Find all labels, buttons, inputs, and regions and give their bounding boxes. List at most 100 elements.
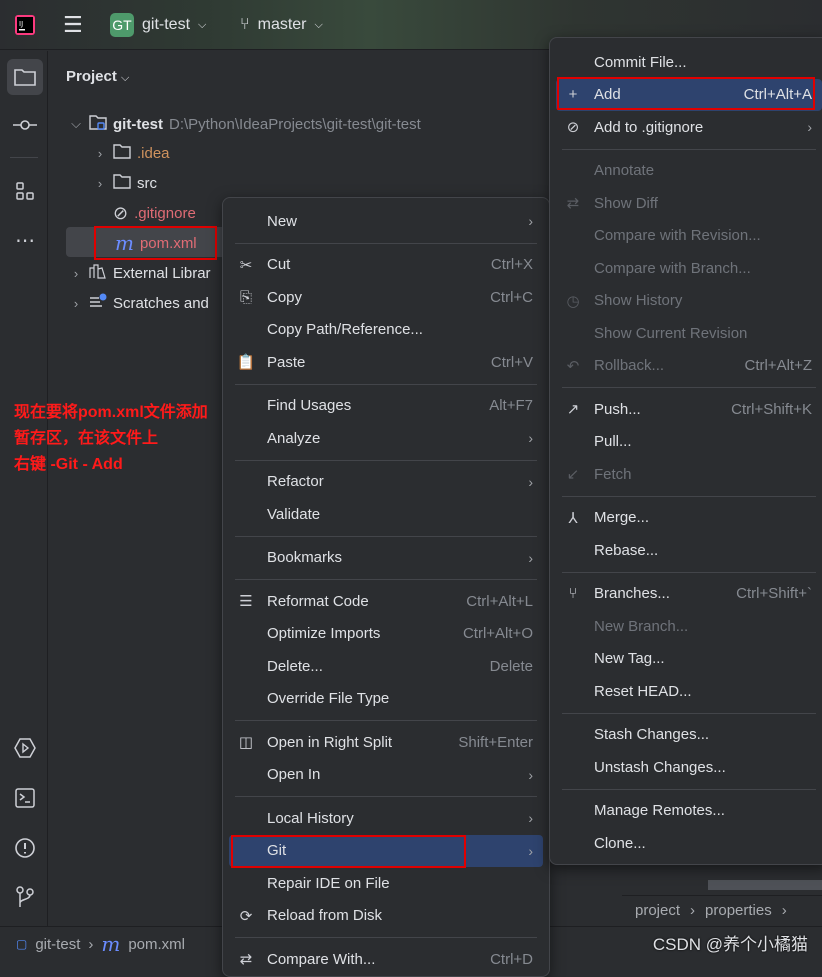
menu-item-clone[interactable]: Clone... <box>556 827 822 860</box>
menu-separator <box>562 567 816 578</box>
tree-item-gitignore[interactable]: ⊘ .gitignore <box>113 198 196 228</box>
menu-item-repair-ide-on-file[interactable]: Repair IDE on File <box>229 867 543 900</box>
menu-item-manage-remotes[interactable]: Manage Remotes... <box>556 795 822 828</box>
menu-item-delete[interactable]: Delete... Delete <box>229 650 543 683</box>
status-breadcrumb-project[interactable]: git-test <box>35 936 80 953</box>
menu-item-fetch[interactable]: ↙ Fetch <box>556 458 822 491</box>
folder-icon <box>113 143 131 163</box>
branch-selector[interactable]: ⑂ master ⌵ <box>240 0 323 50</box>
menu-item-branches[interactable]: ⑂ Branches... Ctrl+Shift+` <box>556 578 822 611</box>
menu-item-annotate[interactable]: Annotate <box>556 155 822 188</box>
menu-item-stash-changes[interactable]: Stash Changes... <box>556 719 822 752</box>
menu-item-find-usages[interactable]: Find Usages Alt+F7 <box>229 390 543 423</box>
structure-tool-button[interactable] <box>7 173 43 209</box>
menu-item-pull[interactable]: Pull... <box>556 426 822 459</box>
scrollbar[interactable] <box>708 880 822 890</box>
menu-item-unstash-changes[interactable]: Unstash Changes... <box>556 751 822 784</box>
menu-item-push[interactable]: ↗ Push... Ctrl+Shift+K <box>556 393 822 426</box>
tree-item-external-libraries[interactable]: › External Librar <box>69 258 211 288</box>
menu-item-new-branch[interactable]: New Branch... <box>556 610 822 643</box>
copy-icon: ⎘ <box>239 288 252 306</box>
menu-item-validate[interactable]: Validate <box>229 498 543 531</box>
menu-item-label: Validate <box>267 505 321 523</box>
breadcrumb-item[interactable]: project <box>635 902 680 919</box>
menu-item-rebase[interactable]: Rebase... <box>556 534 822 567</box>
tree-item-scratches[interactable]: › Scratches and <box>69 288 209 318</box>
run-tool-button[interactable] <box>7 730 43 766</box>
menu-item-bookmarks[interactable]: Bookmarks › <box>229 542 543 575</box>
main-menu-icon[interactable]: ☰ <box>63 0 83 50</box>
menu-item-local-history[interactable]: Local History › <box>229 802 543 835</box>
chevron-right-icon[interactable]: › <box>69 296 83 311</box>
menu-item-reformat-code[interactable]: ☰ Reformat Code Ctrl+Alt+L <box>229 585 543 618</box>
menu-item-add-to-gitignore[interactable]: ⊘ Add to .gitignore › <box>556 111 822 144</box>
menu-item-new-tag[interactable]: New Tag... <box>556 643 822 676</box>
menu-item-copy[interactable]: ⎘ Copy Ctrl+C <box>229 281 543 314</box>
chevron-down-icon[interactable]: ⌵ <box>69 116 83 132</box>
menu-item-refactor[interactable]: Refactor › <box>229 466 543 499</box>
reformat-icon: ☰ <box>239 593 253 611</box>
menu-item-label: Reset HEAD... <box>594 682 692 700</box>
menu-item-cut[interactable]: ✂ Cut Ctrl+X <box>229 249 543 282</box>
menu-item-open-in[interactable]: Open In › <box>229 759 543 792</box>
menu-item-paste[interactable]: 📋 Paste Ctrl+V <box>229 346 543 379</box>
menu-item-copy-path-reference[interactable]: Copy Path/Reference... <box>229 314 543 347</box>
context-menu: New › ✂ Cut Ctrl+X ⎘ Copy Ctrl+C Copy Path/Refer… <box>222 197 550 977</box>
chevron-right-icon: › <box>528 549 533 566</box>
menu-item-label: Rollback... <box>594 357 665 375</box>
menu-item-label: Analyze <box>267 429 321 447</box>
breadcrumb-item[interactable]: properties <box>705 902 772 919</box>
problems-tool-button[interactable] <box>7 830 43 866</box>
menu-item-rollback[interactable]: ↶ Rollback... Ctrl+Alt+Z <box>556 350 822 383</box>
menu-item-label: Compare with Revision... <box>594 227 761 245</box>
menu-item-label: Unstash Changes... <box>594 758 726 776</box>
git-tool-button[interactable] <box>7 879 43 915</box>
menu-item-analyze[interactable]: Analyze › <box>229 422 543 455</box>
menu-item-label: Open in Right Split <box>267 733 393 751</box>
history-icon: ◷ <box>566 292 580 310</box>
menu-item-optimize-imports[interactable]: Optimize Imports Ctrl+Alt+O <box>229 618 543 651</box>
menu-item-add[interactable]: + Add Ctrl+Alt+A <box>556 78 822 111</box>
project-selector[interactable]: GT git-test ⌵ <box>110 0 206 50</box>
menu-item-git[interactable]: Git › <box>229 834 543 867</box>
menu-item-override-file-type[interactable]: Override File Type <box>229 683 543 716</box>
more-tools-icon[interactable]: ⋯ <box>7 222 43 258</box>
menu-separator <box>562 491 816 502</box>
menu-item-compare-with[interactable]: ⇄ Compare With... Ctrl+D <box>229 943 543 976</box>
menu-item-reset-head[interactable]: Reset HEAD... <box>556 675 822 708</box>
menu-item-new[interactable]: New › <box>229 205 543 238</box>
menu-item-show-diff[interactable]: ⇄ Show Diff <box>556 187 822 220</box>
menu-item-reload-from-disk[interactable]: ⟳ Reload from Disk <box>229 900 543 933</box>
menu-item-shortcut: Ctrl+Alt+A <box>743 86 812 104</box>
tree-item-pom-xml[interactable]: m pom.xml <box>115 228 197 258</box>
chevron-down-icon: ⌵ <box>314 18 323 31</box>
diff-icon: ⇄ <box>566 195 580 213</box>
chevron-right-icon[interactable]: › <box>69 266 83 281</box>
tree-label: .idea <box>137 144 170 162</box>
menu-item-show-current-revision[interactable]: Show Current Revision <box>556 317 822 350</box>
menu-item-shortcut: Ctrl+Shift+` <box>736 585 812 603</box>
library-icon <box>89 263 107 283</box>
menu-item-open-in-right-split[interactable]: ◫ Open in Right Split Shift+Enter <box>229 726 543 759</box>
menu-item-merge[interactable]: ⅄ Merge... <box>556 502 822 535</box>
project-panel-title[interactable]: Project ⌵ <box>66 68 129 85</box>
project-tool-button[interactable] <box>7 59 43 95</box>
commit-tool-button[interactable] <box>7 107 43 143</box>
menu-item-show-history[interactable]: ◷ Show History <box>556 285 822 318</box>
maven-icon: m <box>101 932 121 956</box>
terminal-tool-button[interactable] <box>7 780 43 816</box>
menu-separator <box>235 455 537 466</box>
tree-item-git-test[interactable]: ⌵ git-test D:\Python\IdeaProjects\git-te… <box>69 109 421 139</box>
menu-item-commit-file[interactable]: Commit File... <box>556 46 822 79</box>
menu-item-compare-with-revision[interactable]: Compare with Revision... <box>556 220 822 253</box>
tree-item-idea[interactable]: › .idea <box>93 138 170 168</box>
menu-item-compare-with-branch[interactable]: Compare with Branch... <box>556 252 822 285</box>
chevron-right-icon[interactable]: › <box>93 146 107 161</box>
tree-item-src[interactable]: › src <box>93 168 157 198</box>
status-breadcrumb-file[interactable]: pom.xml <box>128 936 185 953</box>
menu-item-label: Cut <box>267 256 291 274</box>
chevron-right-icon[interactable]: › <box>93 176 107 191</box>
chevron-down-icon: ⌵ <box>198 18 207 31</box>
menu-item-shortcut: Ctrl+Shift+K <box>731 400 812 418</box>
project-badge: GT <box>110 13 134 37</box>
